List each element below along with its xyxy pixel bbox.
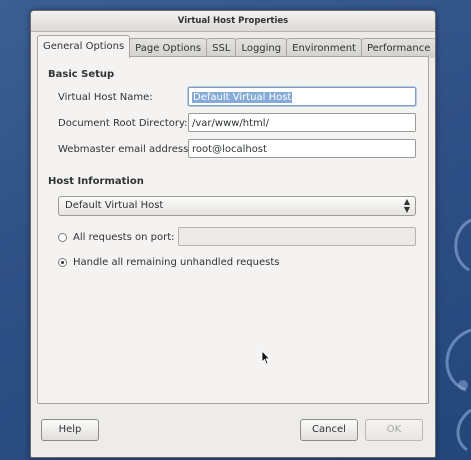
vhost-name-label: Virtual Host Name: <box>58 92 153 103</box>
host-type-select[interactable]: Default Virtual Host ▲ ▼ <box>58 196 416 216</box>
general-options-panel: Basic Setup Virtual Host Name: Default V… <box>37 56 429 404</box>
radio-button-icon <box>58 233 67 242</box>
webmaster-email-input[interactable]: root@localhost <box>188 139 416 158</box>
radio-all-requests-label: All requests on port: <box>73 232 175 243</box>
ok-button[interactable]: OK <box>365 419 423 441</box>
radio-handle-unhandled[interactable]: Handle all remaining unhandled requests <box>58 257 279 268</box>
tab-environment[interactable]: Environment <box>286 38 362 58</box>
doc-root-input[interactable]: /var/www/html/ <box>188 113 416 132</box>
tab-logging[interactable]: Logging <box>235 38 288 58</box>
tab-general-options[interactable]: General Options <box>37 35 131 58</box>
radio-all-requests-on-port[interactable]: All requests on port: <box>58 232 174 243</box>
tab-page-options[interactable]: Page Options <box>129 38 208 58</box>
host-information-heading: Host Information <box>48 176 144 187</box>
webmaster-label: Webmaster email address: <box>58 144 192 155</box>
virtual-host-properties-dialog: Virtual Host Properties General Options … <box>30 10 436 458</box>
vhost-name-value: Default Virtual Host <box>192 92 293 103</box>
desktop-background-decoration <box>445 218 471 452</box>
host-type-selected: Default Virtual Host <box>65 200 164 211</box>
window-title: Virtual Host Properties <box>31 11 435 32</box>
port-input[interactable] <box>178 227 416 246</box>
radio-button-selected-icon <box>58 258 67 267</box>
tab-ssl[interactable]: SSL <box>206 38 237 58</box>
basic-setup-heading: Basic Setup <box>48 69 115 80</box>
doc-root-label: Document Root Directory: <box>58 118 188 129</box>
vhost-name-input[interactable]: Default Virtual Host <box>188 87 416 106</box>
tab-performance[interactable]: Performance <box>360 38 435 58</box>
help-button[interactable]: Help <box>41 419 99 441</box>
cancel-button[interactable]: Cancel <box>300 419 358 441</box>
mouse-pointer-icon <box>261 350 271 365</box>
combo-arrows-icon: ▲ ▼ <box>403 197 410 214</box>
tab-bar: General Options Page Options SSL Logging… <box>37 35 435 58</box>
radio-handle-unhandled-label: Handle all remaining unhandled requests <box>73 257 280 268</box>
